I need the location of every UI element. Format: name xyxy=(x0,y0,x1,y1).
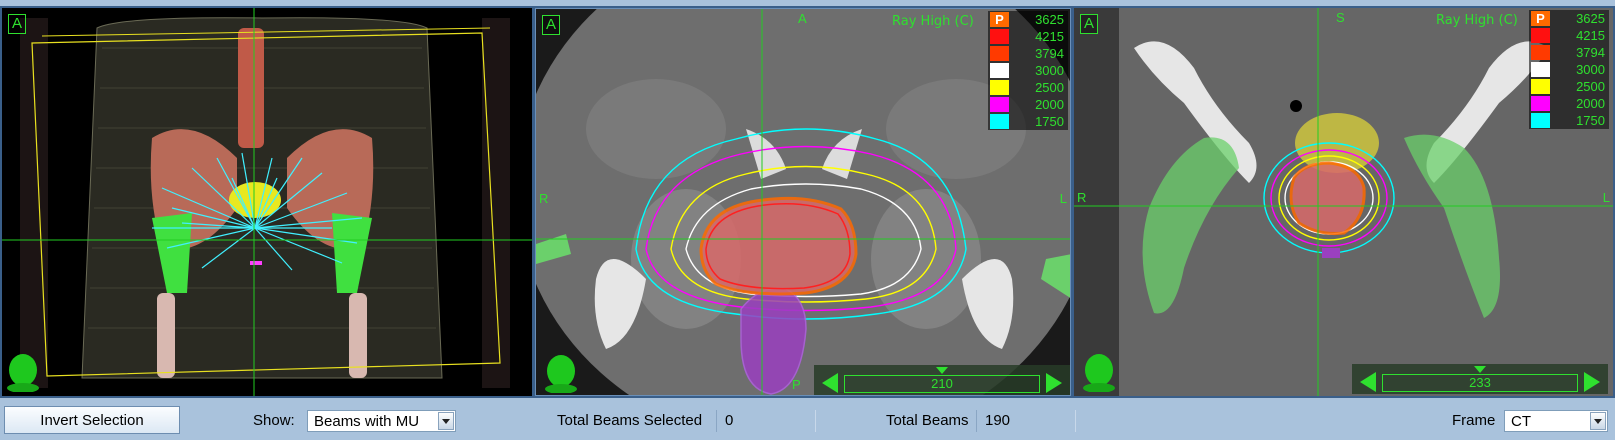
legend-swatch xyxy=(1531,79,1550,94)
legend-value: 1750 xyxy=(1576,113,1605,128)
legend-swatch xyxy=(990,97,1009,112)
legend-row: 2000 xyxy=(988,96,1068,113)
show-select-value: Beams with MU xyxy=(314,413,420,430)
legend-row: P 3625 xyxy=(1529,10,1609,27)
legend-value: 2000 xyxy=(1035,97,1064,112)
legend-swatch: P xyxy=(1531,11,1550,26)
legend-value: 4215 xyxy=(1035,29,1064,44)
next-slice-arrow-icon[interactable] xyxy=(1046,373,1062,393)
legend-value: 2000 xyxy=(1576,96,1605,111)
legend-value: 4215 xyxy=(1576,28,1605,43)
legend-swatch: P xyxy=(990,12,1009,27)
legend-value: 2500 xyxy=(1576,79,1605,94)
slice-marker-icon xyxy=(936,367,948,374)
legend-swatch xyxy=(1531,28,1550,43)
slice-navigator[interactable]: 210 xyxy=(814,365,1070,395)
legend-row: 1750 xyxy=(1529,112,1609,129)
orientation-superior-label: S xyxy=(1336,10,1345,25)
orientation-anterior-label: A xyxy=(798,11,807,26)
legend-row: 1750 xyxy=(988,113,1068,130)
chevron-down-icon[interactable] xyxy=(1590,412,1606,430)
viewport-area: A A A R L P Ray High (C) P 3625 4215 379… xyxy=(0,6,1615,398)
legend-swatch xyxy=(1531,113,1550,128)
legend-value: 1750 xyxy=(1035,114,1064,129)
isodose-legend: P 3625 4215 3794 3000 2500 2000 1750 xyxy=(988,11,1068,130)
legend-row: 3794 xyxy=(1529,44,1609,61)
legend-row: 4215 xyxy=(1529,27,1609,44)
legend-swatch xyxy=(1531,45,1550,60)
legend-value: 3625 xyxy=(1576,11,1605,26)
total-beams-selected-label: Total Beams Selected xyxy=(557,412,703,429)
orientation-left-label: L xyxy=(1602,190,1610,205)
coronal-view[interactable]: A S R L Ray High (C) P 3625 4215 3794 300… xyxy=(1074,8,1613,396)
legend-swatch xyxy=(990,80,1009,95)
next-slice-arrow-icon[interactable] xyxy=(1584,372,1600,392)
legend-row: 4215 xyxy=(988,28,1068,45)
isodose-legend: P 3625 4215 3794 3000 2500 2000 1750 xyxy=(1529,10,1609,129)
legend-row: 3794 xyxy=(988,45,1068,62)
patient-head-icon xyxy=(7,354,39,392)
legend-value: 2500 xyxy=(1035,80,1064,95)
show-label: Show: xyxy=(253,412,295,429)
axial-view[interactable]: A A R L P Ray High (C) P 3625 4215 3794 3… xyxy=(535,8,1071,396)
total-beams-selected-value: 0 xyxy=(716,410,816,432)
view-orientation-flag[interactable]: A xyxy=(1080,14,1098,34)
chevron-down-icon[interactable] xyxy=(438,412,454,430)
invert-selection-button[interactable]: Invert Selection xyxy=(4,406,180,434)
legend-swatch xyxy=(990,114,1009,129)
legend-swatch xyxy=(990,29,1009,44)
patient-head-icon xyxy=(1083,354,1115,392)
dose-label: Ray High (C) xyxy=(1436,13,1518,28)
legend-row: P 3625 xyxy=(988,11,1068,28)
legend-swatch xyxy=(990,46,1009,61)
frame-select[interactable]: CT xyxy=(1504,410,1608,432)
legend-row: 2500 xyxy=(1529,78,1609,95)
legend-swatch xyxy=(990,63,1009,78)
beam-toolbar: Invert Selection Show: Beams with MU Tot… xyxy=(0,398,1615,440)
slice-number: 233 xyxy=(1469,375,1491,390)
3d-view[interactable]: A xyxy=(2,8,532,396)
view-orientation-flag[interactable]: A xyxy=(542,15,560,35)
legend-value: 3000 xyxy=(1035,63,1064,78)
legend-value: 3794 xyxy=(1576,45,1605,60)
orientation-posterior-label: P xyxy=(792,377,801,392)
slice-marker-icon xyxy=(1474,366,1486,373)
total-beams-value: 190 xyxy=(976,410,1076,432)
show-select[interactable]: Beams with MU xyxy=(307,410,456,432)
frame-label: Frame xyxy=(1452,412,1496,429)
legend-row: 2500 xyxy=(988,79,1068,96)
legend-value: 3000 xyxy=(1576,62,1605,77)
dose-label: Ray High (C) xyxy=(892,14,974,29)
legend-row: 3000 xyxy=(988,62,1068,79)
legend-value: 3794 xyxy=(1035,46,1064,61)
legend-value: 3625 xyxy=(1035,12,1064,27)
legend-swatch xyxy=(1531,62,1550,77)
total-beams-label: Total Beams xyxy=(886,412,969,429)
patient-head-icon xyxy=(545,355,577,393)
orientation-right-label: R xyxy=(539,191,549,206)
orientation-right-label: R xyxy=(1077,190,1087,205)
orientation-left-label: L xyxy=(1059,191,1067,206)
slice-number: 210 xyxy=(931,376,953,391)
slice-navigator[interactable]: 233 xyxy=(1352,364,1608,394)
3d-render xyxy=(2,8,532,396)
legend-swatch xyxy=(1531,96,1550,111)
legend-row: 3000 xyxy=(1529,61,1609,78)
frame-select-value: CT xyxy=(1511,413,1531,430)
legend-row: 2000 xyxy=(1529,95,1609,112)
view-orientation-flag[interactable]: A xyxy=(8,14,26,34)
